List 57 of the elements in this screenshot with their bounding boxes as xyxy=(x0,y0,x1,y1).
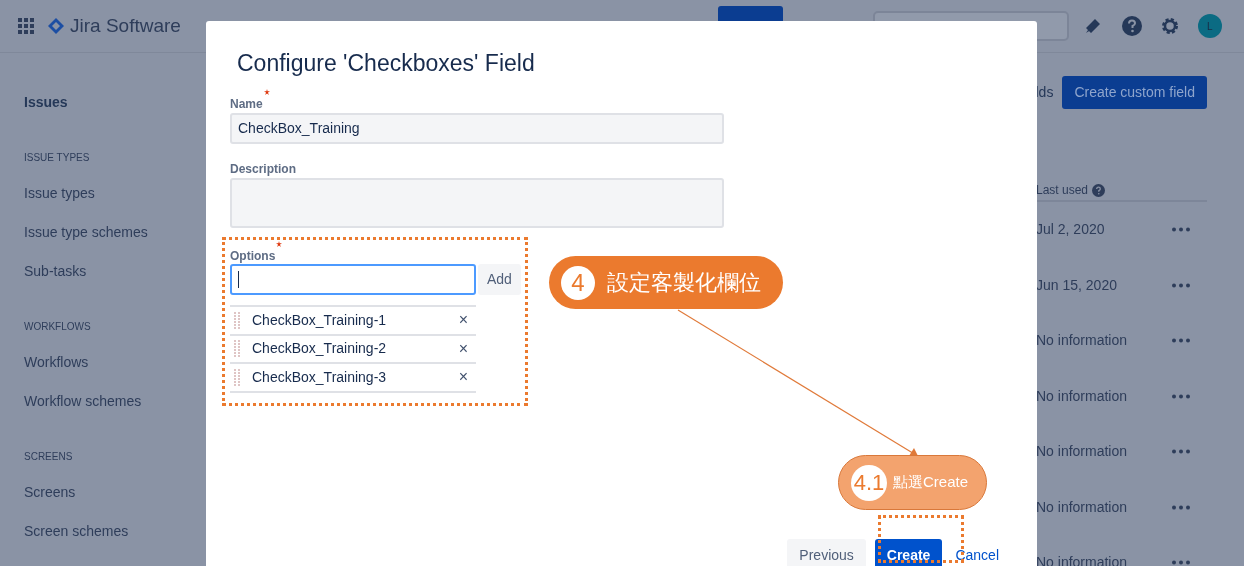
more-icon[interactable] xyxy=(1171,338,1191,344)
sidebar-item[interactable]: Screens xyxy=(24,483,209,502)
sidebar-item[interactable]: Issue type schemes xyxy=(24,223,209,242)
dialog-button[interactable]: Create xyxy=(874,539,943,566)
required-icon xyxy=(276,241,283,247)
more-icon[interactable] xyxy=(1171,282,1191,288)
option-item: CheckBox_Training-3 xyxy=(252,367,388,387)
column-header[interactable]: Last used xyxy=(1036,181,1089,199)
table-cell-text: No information xyxy=(1036,442,1128,462)
add-button[interactable]: Add xyxy=(478,264,521,295)
app-grid-icon[interactable] xyxy=(18,18,34,34)
logo-icon xyxy=(48,18,64,34)
option-input[interactable] xyxy=(230,264,476,295)
option-item: CheckBox_Training-2 xyxy=(252,339,388,359)
more-icon[interactable] xyxy=(1171,227,1191,233)
more-icon[interactable] xyxy=(1171,449,1191,455)
drag-handle-icon[interactable] xyxy=(234,368,240,386)
option-item: CheckBox_Training-1 xyxy=(252,310,388,330)
table-cell-text: No information xyxy=(1036,386,1128,406)
drag-handle-icon[interactable] xyxy=(234,340,240,358)
help-icon[interactable] xyxy=(1092,183,1106,197)
help-icon[interactable] xyxy=(1120,15,1143,37)
product-name[interactable]: Jira Software xyxy=(70,11,181,41)
more-icon[interactable] xyxy=(1171,560,1191,566)
remove-option-button[interactable]: × xyxy=(458,336,468,361)
section-heading: ISSUE TYPES xyxy=(24,151,91,164)
drag-handle-icon[interactable] xyxy=(234,311,240,329)
sidebar-item[interactable]: Workflows xyxy=(24,353,209,372)
table-cell-text: Jul 2, 2020 xyxy=(1036,220,1105,240)
avatar[interactable]: L xyxy=(1197,14,1222,38)
section-heading: WORKFLOWS xyxy=(24,320,92,333)
remove-option-button[interactable]: × xyxy=(458,308,468,333)
more-icon[interactable] xyxy=(1171,393,1191,399)
dialog-button[interactable]: Cancel xyxy=(951,539,1003,566)
sidebar-item[interactable]: Sub-tasks xyxy=(24,262,209,281)
dialog-button[interactable]: Previous xyxy=(787,539,866,566)
field-label: Options xyxy=(230,248,276,265)
dialog-title: Configure 'Checkboxes' Field xyxy=(237,49,536,78)
more-icon[interactable] xyxy=(1171,504,1191,510)
field-label: Name xyxy=(230,96,263,113)
remove-option-button[interactable]: × xyxy=(458,365,468,390)
table-cell-text: Jun 15, 2020 xyxy=(1036,275,1117,295)
required-icon xyxy=(263,89,270,95)
sidebar-item[interactable]: Issue types xyxy=(24,184,209,203)
name-input[interactable]: CheckBox_Training xyxy=(230,113,724,144)
section-heading: SCREENS xyxy=(24,450,74,463)
table-cell-text: No information xyxy=(1036,331,1128,351)
callout-text: 設定客製化欄位 xyxy=(607,269,761,297)
table-cell-text: No information xyxy=(1036,497,1128,517)
step-number: 4 xyxy=(561,265,595,300)
sidebar-title: Issues xyxy=(24,93,69,112)
sidebar-item[interactable]: Screen schemes xyxy=(24,522,209,541)
step-number: 4.1 xyxy=(851,464,887,501)
callout-text: 點選Create xyxy=(893,472,969,493)
create-custom-field-button[interactable]: Create custom field xyxy=(1062,76,1207,109)
field-label: Description xyxy=(230,161,296,178)
sidebar-item[interactable]: Workflow schemes xyxy=(24,392,209,411)
